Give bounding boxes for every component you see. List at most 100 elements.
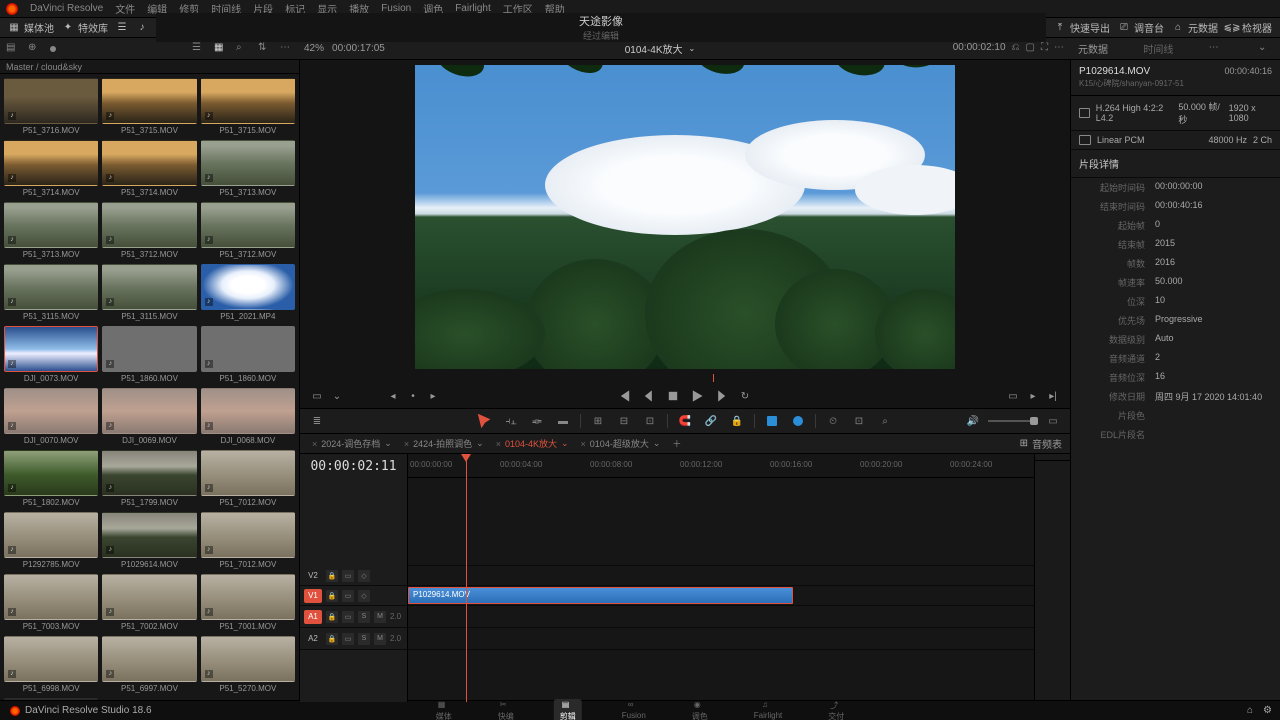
media-clip[interactable]: ♪P51_7012.MOV [201,450,295,508]
dynamic-trim-tool[interactable]: ⟚ [528,412,546,430]
chevron-down-icon[interactable]: ⌄ [1258,42,1272,56]
match-frame-icon[interactable]: ▸ [426,389,440,403]
menu-item[interactable]: DaVinci Resolve [30,3,103,14]
page-tab-Fusion[interactable]: ∞Fusion [616,699,652,720]
timeline-settings-icon[interactable]: ⊞ [1020,438,1028,449]
marker-button[interactable] [789,412,807,430]
viewer-expand-icon[interactable]: ⛶ [1041,42,1048,56]
pool-pin-icon[interactable]: ▤ [6,42,20,56]
trim-tool[interactable]: ⫞⫠ [502,412,520,430]
viewer-zoom[interactable]: 42% [304,43,324,54]
media-clip[interactable]: ♪P51_3714.MOV [4,140,98,198]
media-clip[interactable]: ♪P51_6998.MOV [4,636,98,694]
media-clip[interactable]: ♪P51_1799.MOV [102,450,196,508]
mixer-label[interactable]: 音频表 [1032,436,1062,451]
dot-icon[interactable]: • [406,389,420,403]
retime-icon[interactable]: ⏲ [824,412,842,430]
track-a1[interactable] [408,606,1034,628]
mixer-toggle[interactable]: ⎚调音台 [1118,20,1164,35]
viewer-match-icon[interactable]: ⎌ [1012,42,1020,56]
section-header[interactable]: 片段详情 [1071,150,1280,178]
track-label-v1[interactable]: V1 [304,589,322,603]
timeline-view-icon[interactable]: ≣ [308,412,326,430]
sound-lib-toggle[interactable]: ♪ [136,22,148,34]
snap-toggle[interactable]: 🧲 [676,412,694,430]
viewer-icon[interactable]: ▢ [1026,42,1035,56]
page-tab-媒体[interactable]: ▦媒体 [430,699,458,720]
chevron-down-icon[interactable]: ⌄ [689,44,696,53]
mute-button[interactable]: M [374,633,386,645]
auto-select-icon[interactable]: ▭ [342,633,354,645]
media-clip[interactable]: ♪P51_3115.MOV [4,264,98,322]
track-label-v2[interactable]: V2 [304,569,322,583]
timeline-tab[interactable]: ×2424-拍照调色⌄ [400,435,488,452]
playhead[interactable] [466,456,467,702]
viewer-frame[interactable] [415,65,955,369]
media-clip[interactable]: ♪P51_3712.MOV [201,202,295,260]
lock-icon[interactable]: 🔒 [326,570,338,582]
disable-icon[interactable]: ◇ [358,590,370,602]
viewer-mode-icon[interactable]: ▭ [310,389,324,403]
lock-icon[interactable]: 🔒 [326,611,338,623]
timeline-ruler[interactable]: 00:00:00:0000:00:04:0000:00:08:0000:00:1… [408,454,1034,478]
track-a2[interactable] [408,628,1034,650]
play-button[interactable] [690,389,704,403]
track-label-a1[interactable]: A1 [304,610,322,624]
breadcrumb[interactable]: Master / cloud&sky [0,60,299,74]
media-clip[interactable]: ♪P51_3715.MOV [201,78,295,136]
media-pool-toggle[interactable]: ▦媒体池 [8,20,54,35]
insert-tool[interactable]: ⊞ [589,412,607,430]
replace-tool[interactable]: ⊡ [641,412,659,430]
media-clip[interactable]: ♪P51_6997.MOV [102,636,196,694]
solo-button[interactable]: S [358,633,370,645]
loop-button[interactable]: ↻ [738,389,752,403]
viewer-clip-name[interactable]: 0104-4K放大 [625,41,683,56]
page-tab-调色[interactable]: ◉调色 [686,699,714,720]
next-edit-icon[interactable]: ▸ [1026,389,1040,403]
blade-tool[interactable]: ▬ [554,412,572,430]
chevron-down-icon[interactable]: ⌄ [330,389,344,403]
media-clip[interactable]: ♪P51_1802.MOV [4,450,98,508]
menu-item[interactable]: 文件 [115,1,135,16]
playhead-mark[interactable] [713,374,714,382]
auto-select-icon[interactable]: ▭ [342,611,354,623]
media-clip[interactable]: ♪P51_5270.MOV [201,636,295,694]
metadata-tab[interactable]: 元数据 [1078,41,1108,56]
last-edit-icon[interactable]: ▸| [1046,389,1060,403]
media-clip[interactable]: ♪P51_3713.MOV [4,202,98,260]
media-clip[interactable]: ♪P51_7002.MOV [102,574,196,632]
inspector-toggle[interactable]: ⫹⫺检视器 [1226,20,1272,35]
media-clip[interactable]: ♪P51_2021.MP4 [201,264,295,322]
media-clip[interactable]: ♪DJI_0070.MOV [4,388,98,446]
grid-view-icon[interactable]: ▦ [214,42,228,56]
media-clip[interactable]: ♪P51_7012.MOV [201,512,295,570]
page-tab-交付[interactable]: ⤴交付 [822,699,850,720]
selection-tool[interactable] [476,412,494,430]
viewer-more-icon[interactable]: ⋯ [1054,42,1064,56]
media-clip[interactable]: ♪P51_3714.MOV [102,140,196,198]
media-clip[interactable]: ♪DJI_0069.MOV [102,388,196,446]
media-clip[interactable]: ♪P51_3115.MOV [102,264,196,322]
solo-button[interactable]: S [358,611,370,623]
mute-icon[interactable]: 🔊 [964,412,982,430]
import-icon[interactable]: ⊕ [28,42,42,56]
zoom-fit-icon[interactable]: ⊡ [850,412,868,430]
auto-select-icon[interactable]: ▭ [342,570,354,582]
media-clip[interactable]: ♪P51_1860.MOV [102,326,196,384]
media-clip[interactable]: ♪P51_3716.MOV [4,78,98,136]
page-tab-剪辑[interactable]: ▤剪辑 [554,699,582,720]
page-tab-Fairlight[interactable]: ♫Fairlight [748,699,788,720]
more-icon[interactable]: ⋯ [280,42,294,56]
more-icon[interactable]: ⋯ [1209,42,1223,56]
track-v1[interactable]: P1029614.MOV [408,586,1034,606]
list-view-icon[interactable]: ☰ [192,42,206,56]
track-v2[interactable] [408,566,1034,586]
sort-icon[interactable]: ⇅ [258,42,272,56]
media-clip[interactable]: ♪P51_7001.MOV [201,574,295,632]
auto-select-icon[interactable]: ▭ [342,590,354,602]
media-clip[interactable]: ♪P51_3713.MOV [201,140,295,198]
metadata-toggle[interactable]: ⌂元数据 [1172,20,1218,35]
quick-export[interactable]: ⤒快速导出 [1054,20,1110,35]
position-lock[interactable]: 🔒 [728,412,746,430]
add-timeline-button[interactable]: ＋ [668,435,685,452]
